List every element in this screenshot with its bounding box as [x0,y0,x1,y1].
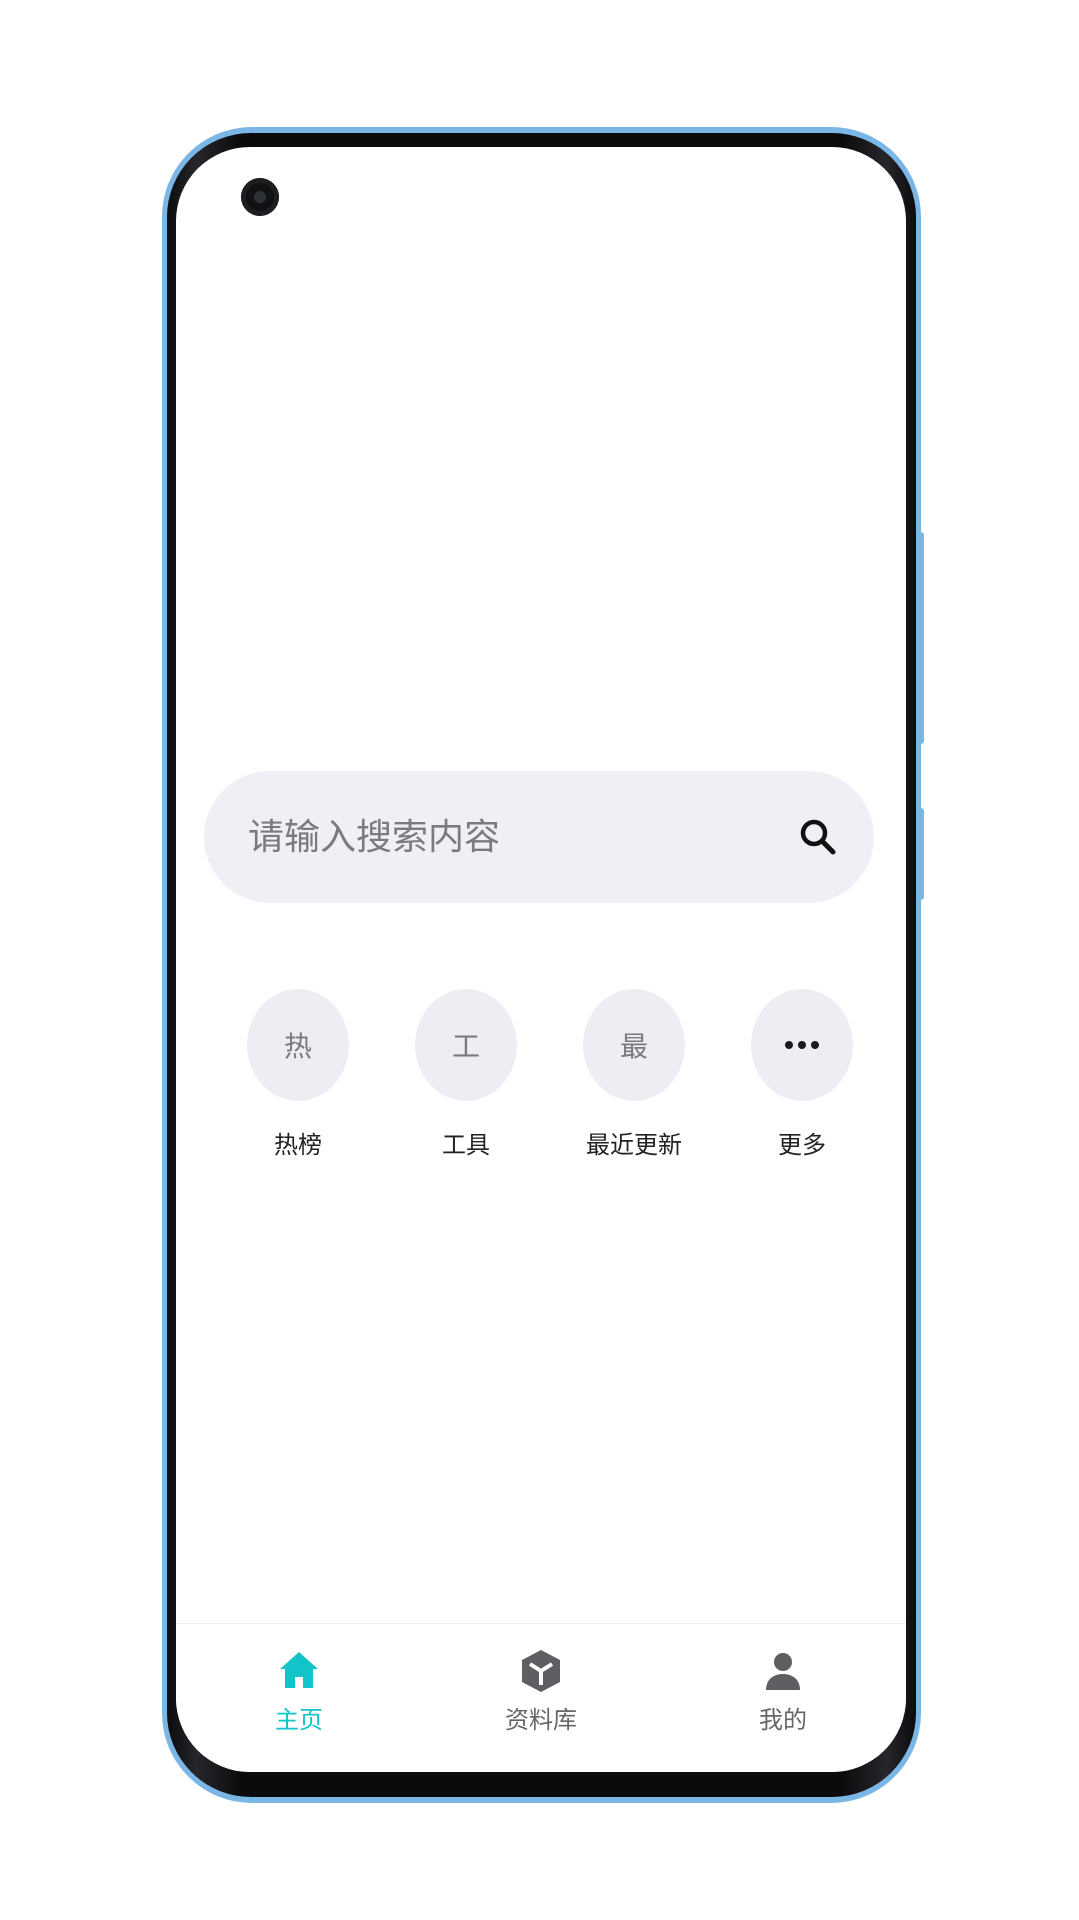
nav-label: 资料库 [505,1706,577,1734]
quick-item-recent[interactable]: 最 最近更新 [554,989,714,1160]
quick-item-hot[interactable]: 热 热榜 [218,989,378,1160]
more-dots-icon [785,1041,819,1049]
quick-label: 更多 [778,1131,826,1159]
app-screen: 热 热榜 工 工具 最 最近更新 更多 [176,147,906,1772]
nav-item-library[interactable]: 资料库 [461,1648,621,1735]
device-mockup: 热 热榜 工 工具 最 最近更新 更多 [0,0,1079,1920]
user-icon [766,1653,800,1690]
quick-circle-recent: 最 [583,989,685,1101]
quick-menu: 热 热榜 工 工具 最 最近更新 更多 [176,989,906,1169]
search-input[interactable] [246,815,796,859]
power-button [916,808,924,900]
home-icon [280,1652,318,1688]
nav-item-mine[interactable]: 我的 [703,1648,863,1735]
quick-item-tools[interactable]: 工 工具 [386,989,546,1160]
search-icon[interactable] [796,815,840,859]
quick-glyph: 最 [619,1030,648,1063]
nav-label: 我的 [759,1706,807,1734]
quick-circle-hot: 热 [247,989,349,1101]
quick-item-more[interactable]: 更多 [722,989,882,1160]
quick-circle-more [751,989,853,1101]
quick-label: 热榜 [274,1131,322,1159]
search-bar[interactable] [204,771,874,903]
volume-button [916,532,924,744]
nav-item-home[interactable]: 主页 [219,1648,379,1735]
box-icon [522,1650,560,1692]
quick-glyph: 工 [451,1030,480,1063]
front-camera [241,178,279,216]
bottom-nav: 主页 资料库 我的 [176,1623,906,1772]
quick-label: 工具 [442,1131,490,1159]
nav-label: 主页 [275,1706,323,1734]
quick-glyph: 热 [283,1030,312,1063]
quick-label: 最近更新 [586,1131,682,1159]
quick-circle-tools: 工 [415,989,517,1101]
